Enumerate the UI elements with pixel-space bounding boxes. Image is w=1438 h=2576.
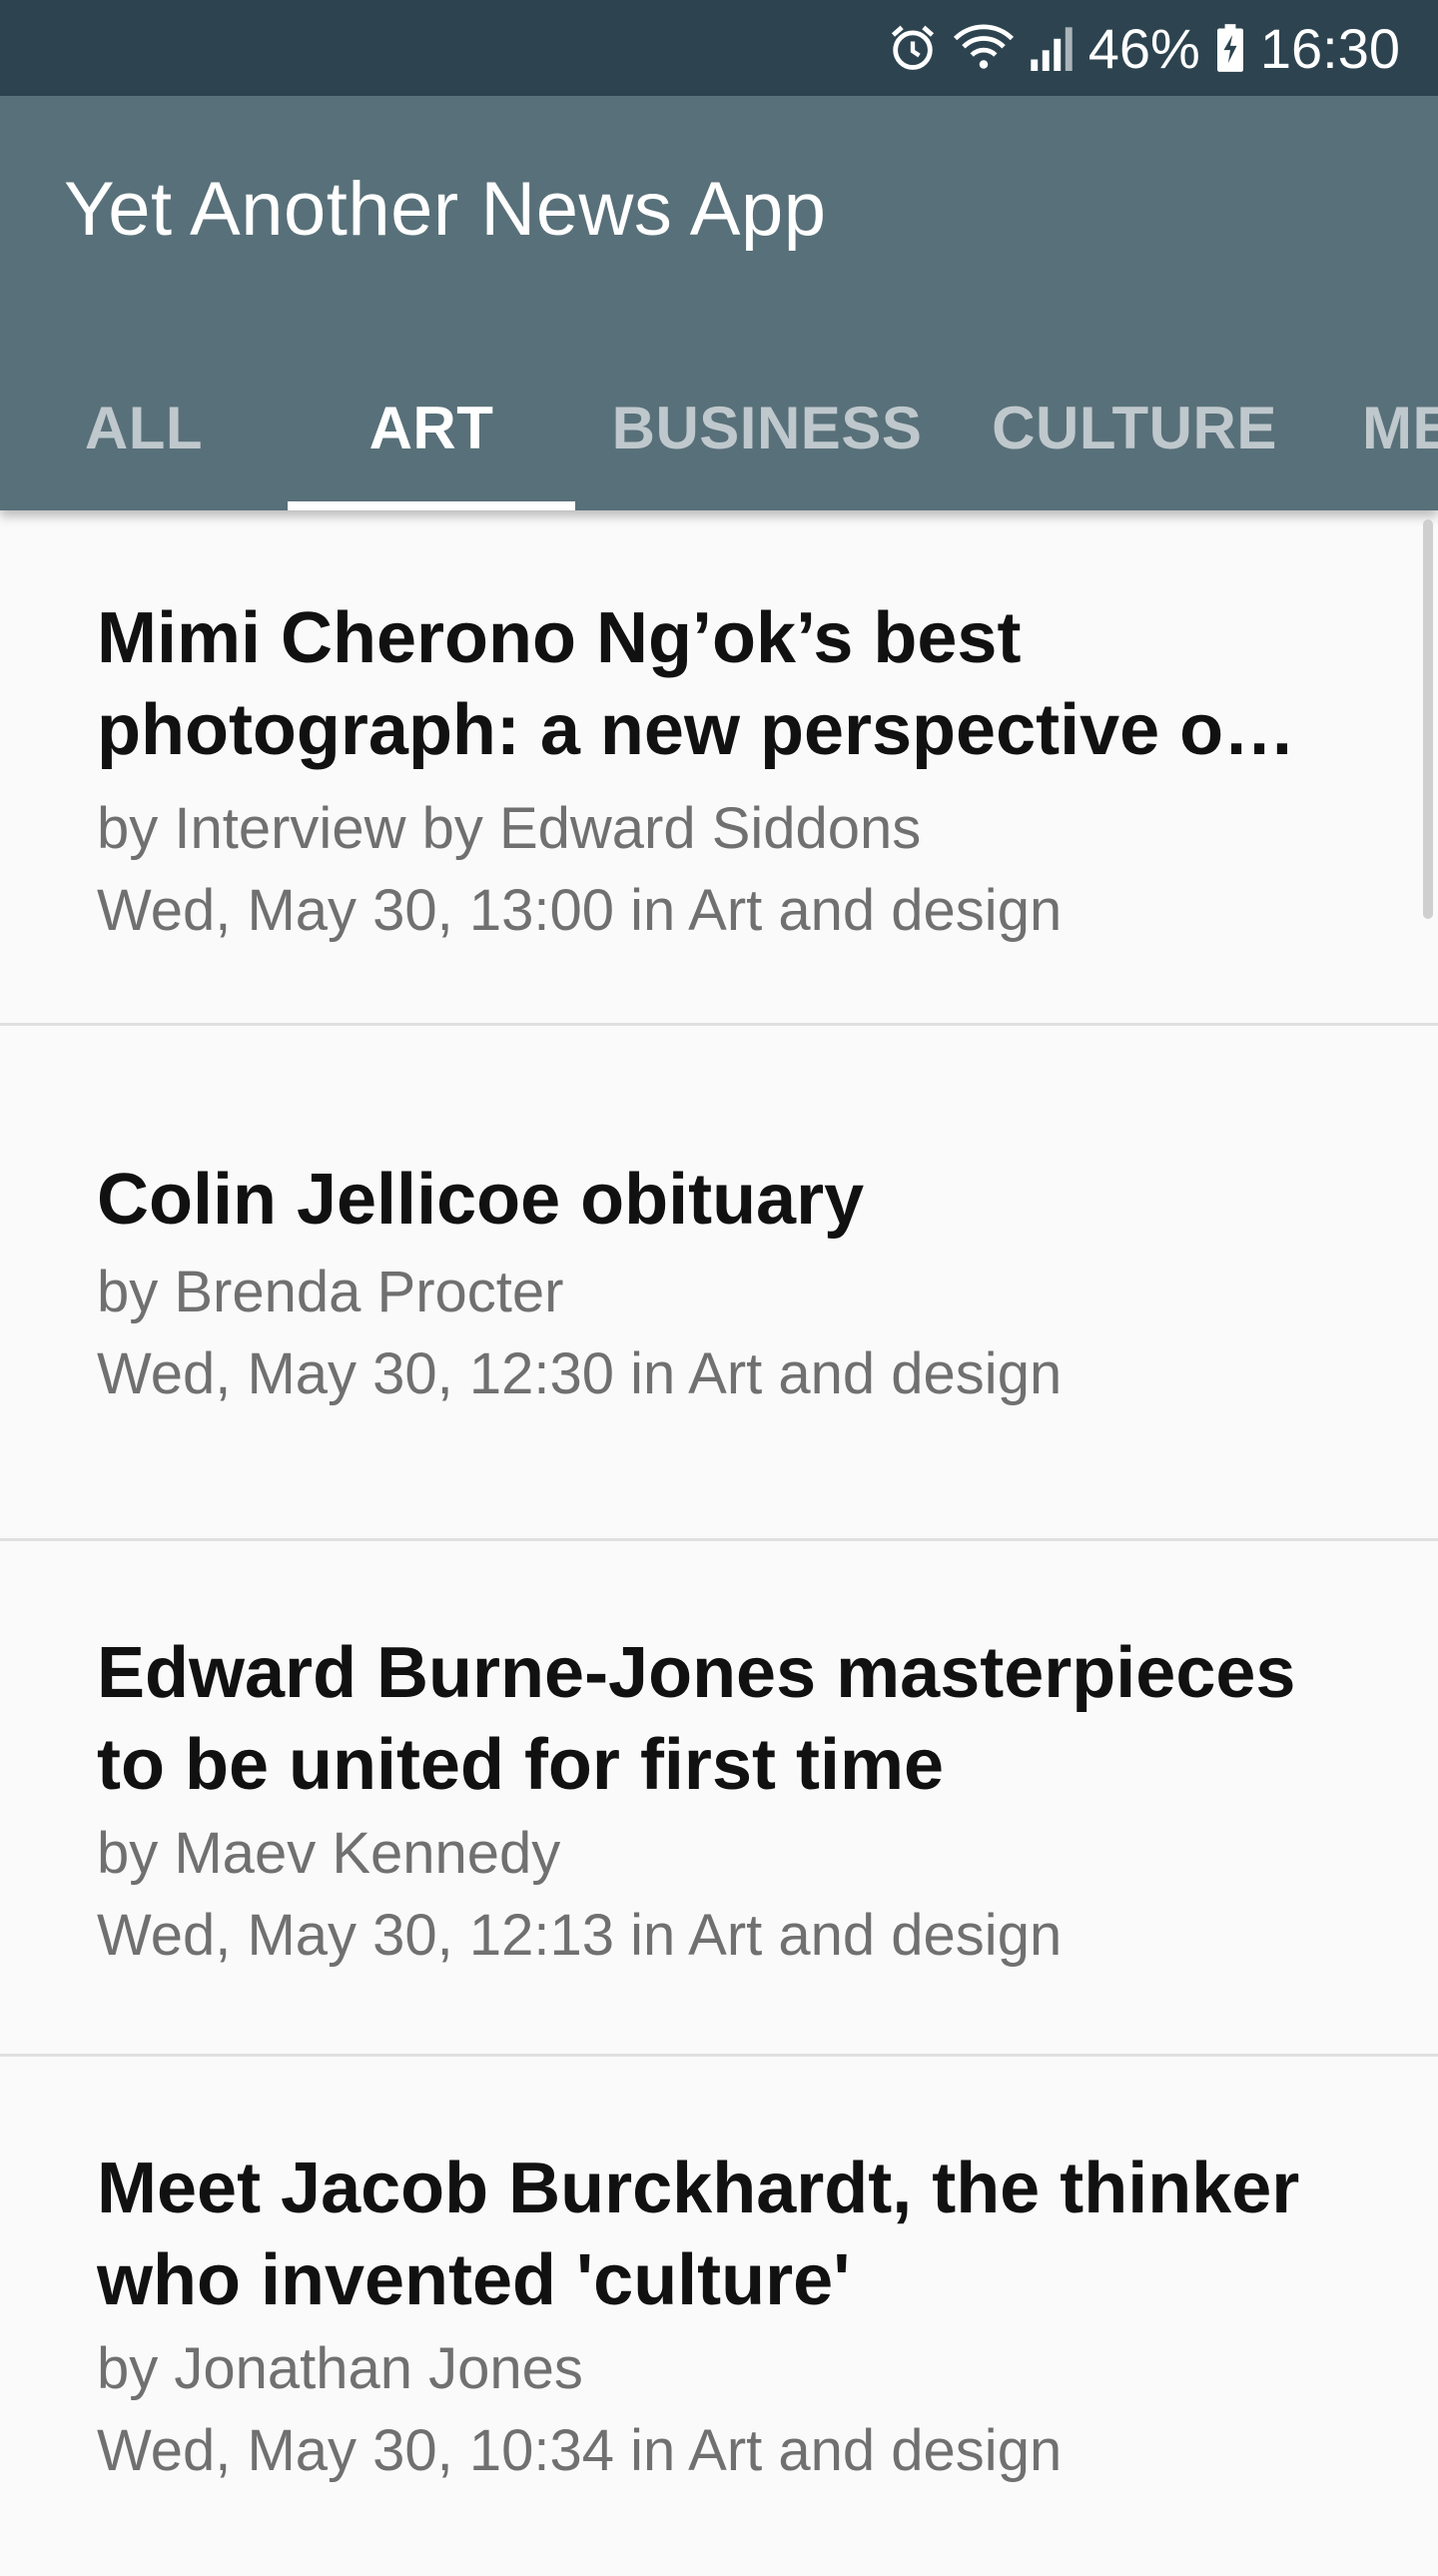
article-dateline: Wed, May 30, 13:00 in Art and design <box>97 878 1063 943</box>
article-title: Mimi Cherono Ng’ok’s best photograph: a … <box>97 598 1296 770</box>
article-byline: by Jonathan Jones <box>97 2336 583 2401</box>
tab-active-indicator <box>288 501 575 510</box>
tab-business[interactable]: BUSINESS <box>599 346 935 510</box>
article-dateline: Wed, May 30, 12:30 in Art and design <box>97 1341 1063 1406</box>
article-list: Mimi Cherono Ng’ok’s best photograph: a … <box>0 510 1438 2576</box>
wifi-icon <box>953 22 1015 74</box>
battery-percent: 46% <box>1087 16 1200 80</box>
article-byline: by Maev Kennedy <box>97 1821 561 1886</box>
alarm-icon <box>887 22 939 74</box>
tab-art[interactable]: ART <box>288 346 575 510</box>
status-bar: 46% 16:30 <box>0 0 1438 96</box>
tab-all[interactable]: ALL <box>0 346 288 510</box>
category-tabs: ALL ART BUSINESS CULTURE ME <box>0 346 1438 510</box>
article-title: Colin Jellicoe obituary <box>97 1160 865 1240</box>
article-title: Meet Jacob Burckhardt, the thinker who i… <box>97 2148 1300 2320</box>
signal-icon <box>1029 22 1075 74</box>
clock: 16:30 <box>1259 16 1400 80</box>
tab-culture[interactable]: CULTURE <box>967 346 1302 510</box>
list-item[interactable]: Mimi Cherono Ng’ok’s best photograph: a … <box>0 510 1438 1026</box>
list-item[interactable]: Colin Jellicoe obituary by Brenda Procte… <box>0 1026 1438 1541</box>
article-byline: by Interview by Edward Siddons <box>97 796 922 861</box>
scrollbar[interactable] <box>1423 519 1433 919</box>
app-title: Yet Another News App <box>64 167 827 252</box>
article-title: Edward Burne-Jones masterpieces to be un… <box>97 1633 1296 1805</box>
list-item[interactable]: Edward Burne-Jones masterpieces to be un… <box>0 1541 1438 2057</box>
list-item[interactable]: Meet Jacob Burckhardt, the thinker who i… <box>0 2057 1438 2576</box>
tab-more-partial[interactable]: ME <box>1358 346 1438 510</box>
article-dateline: Wed, May 30, 10:34 in Art and design <box>97 2418 1063 2483</box>
battery-icon <box>1214 22 1246 74</box>
app-bar: Yet Another News App ALL ART BUSINESS CU… <box>0 96 1438 510</box>
article-dateline: Wed, May 30, 12:13 in Art and design <box>97 1903 1063 1968</box>
article-byline: by Brenda Procter <box>97 1260 564 1324</box>
